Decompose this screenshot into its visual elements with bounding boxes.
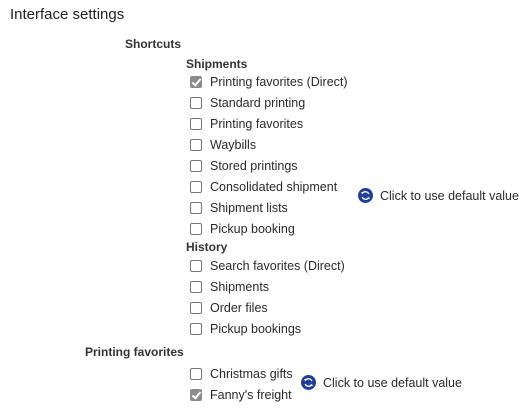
checkbox-row-search-favorites-direct[interactable]: Search favorites (Direct)	[190, 257, 345, 275]
checkbox[interactable]	[190, 302, 202, 314]
default-value-label[interactable]: Click to use default value	[323, 376, 462, 390]
checkbox[interactable]	[190, 323, 202, 335]
checkbox-row-stored-printings[interactable]: Stored printings	[190, 157, 298, 175]
group-heading-history: History	[186, 240, 228, 254]
checkbox-label: Pickup booking	[210, 222, 295, 236]
checkbox[interactable]	[190, 97, 202, 109]
checkbox-label: Shipments	[210, 280, 270, 294]
checkbox-row-pickup-bookings[interactable]: Pickup bookings	[190, 320, 301, 338]
checkbox-row-pickup-booking[interactable]: Pickup booking	[190, 220, 295, 238]
group-heading-shipments: Shipments	[186, 57, 248, 71]
checkbox-label: Printing favorites (Direct)	[210, 75, 348, 89]
checkbox-row-waybills[interactable]: Waybills	[190, 136, 256, 154]
section-heading-printing-favorites: Printing favorites	[85, 345, 184, 359]
default-value-label[interactable]: Click to use default value	[380, 189, 519, 203]
checkbox[interactable]	[190, 139, 202, 151]
default-value-link-printing-favorites[interactable]: Click to use default value	[301, 375, 462, 390]
checkbox-label: Pickup bookings	[210, 322, 302, 336]
checkbox-label: Shipment lists	[210, 201, 288, 215]
checkbox-row-shipments[interactable]: Shipments	[190, 278, 269, 296]
checkbox-label: Standard printing	[210, 96, 306, 110]
checkbox[interactable]	[190, 389, 202, 401]
checkbox[interactable]	[190, 160, 202, 172]
checkbox[interactable]	[190, 76, 202, 88]
default-value-link-shortcuts[interactable]: Click to use default value	[358, 188, 519, 203]
checkbox-label: Stored printings	[210, 159, 298, 173]
checkbox-row-printing-favorites-direct[interactable]: Printing favorites (Direct)	[190, 73, 348, 91]
checkbox[interactable]	[190, 281, 202, 293]
checkbox-row-fannys-freight[interactable]: Fanny's freight	[190, 386, 292, 404]
checkbox[interactable]	[190, 368, 202, 380]
checkbox-label: Waybills	[210, 138, 257, 152]
checkbox-row-printing-favorites[interactable]: Printing favorites	[190, 115, 303, 133]
checkbox[interactable]	[190, 202, 202, 214]
reset-default-icon[interactable]	[301, 375, 316, 390]
checkbox-row-shipment-lists[interactable]: Shipment lists	[190, 199, 288, 217]
checkbox[interactable]	[190, 181, 202, 193]
checkbox-label: Fanny's freight	[210, 388, 292, 402]
checkbox-label: Consolidated shipment	[210, 180, 338, 194]
page-title: Interface settings	[10, 6, 125, 23]
checkbox-row-standard-printing[interactable]: Standard printing	[190, 94, 305, 112]
checkbox[interactable]	[190, 223, 202, 235]
checkbox-label: Printing favorites	[210, 117, 304, 131]
checkbox-label: Christmas gifts	[210, 367, 293, 381]
checkbox[interactable]	[190, 260, 202, 272]
checkbox-row-consolidated-shipment[interactable]: Consolidated shipment	[190, 178, 337, 196]
checkbox-row-christmas-gifts[interactable]: Christmas gifts	[190, 365, 293, 383]
reset-default-icon[interactable]	[358, 188, 373, 203]
checkbox[interactable]	[190, 118, 202, 130]
checkbox-label: Search favorites (Direct)	[210, 259, 345, 273]
checkbox-label: Order files	[210, 301, 268, 315]
section-heading-shortcuts: Shortcuts	[125, 37, 182, 51]
checkbox-row-order-files[interactable]: Order files	[190, 299, 268, 317]
